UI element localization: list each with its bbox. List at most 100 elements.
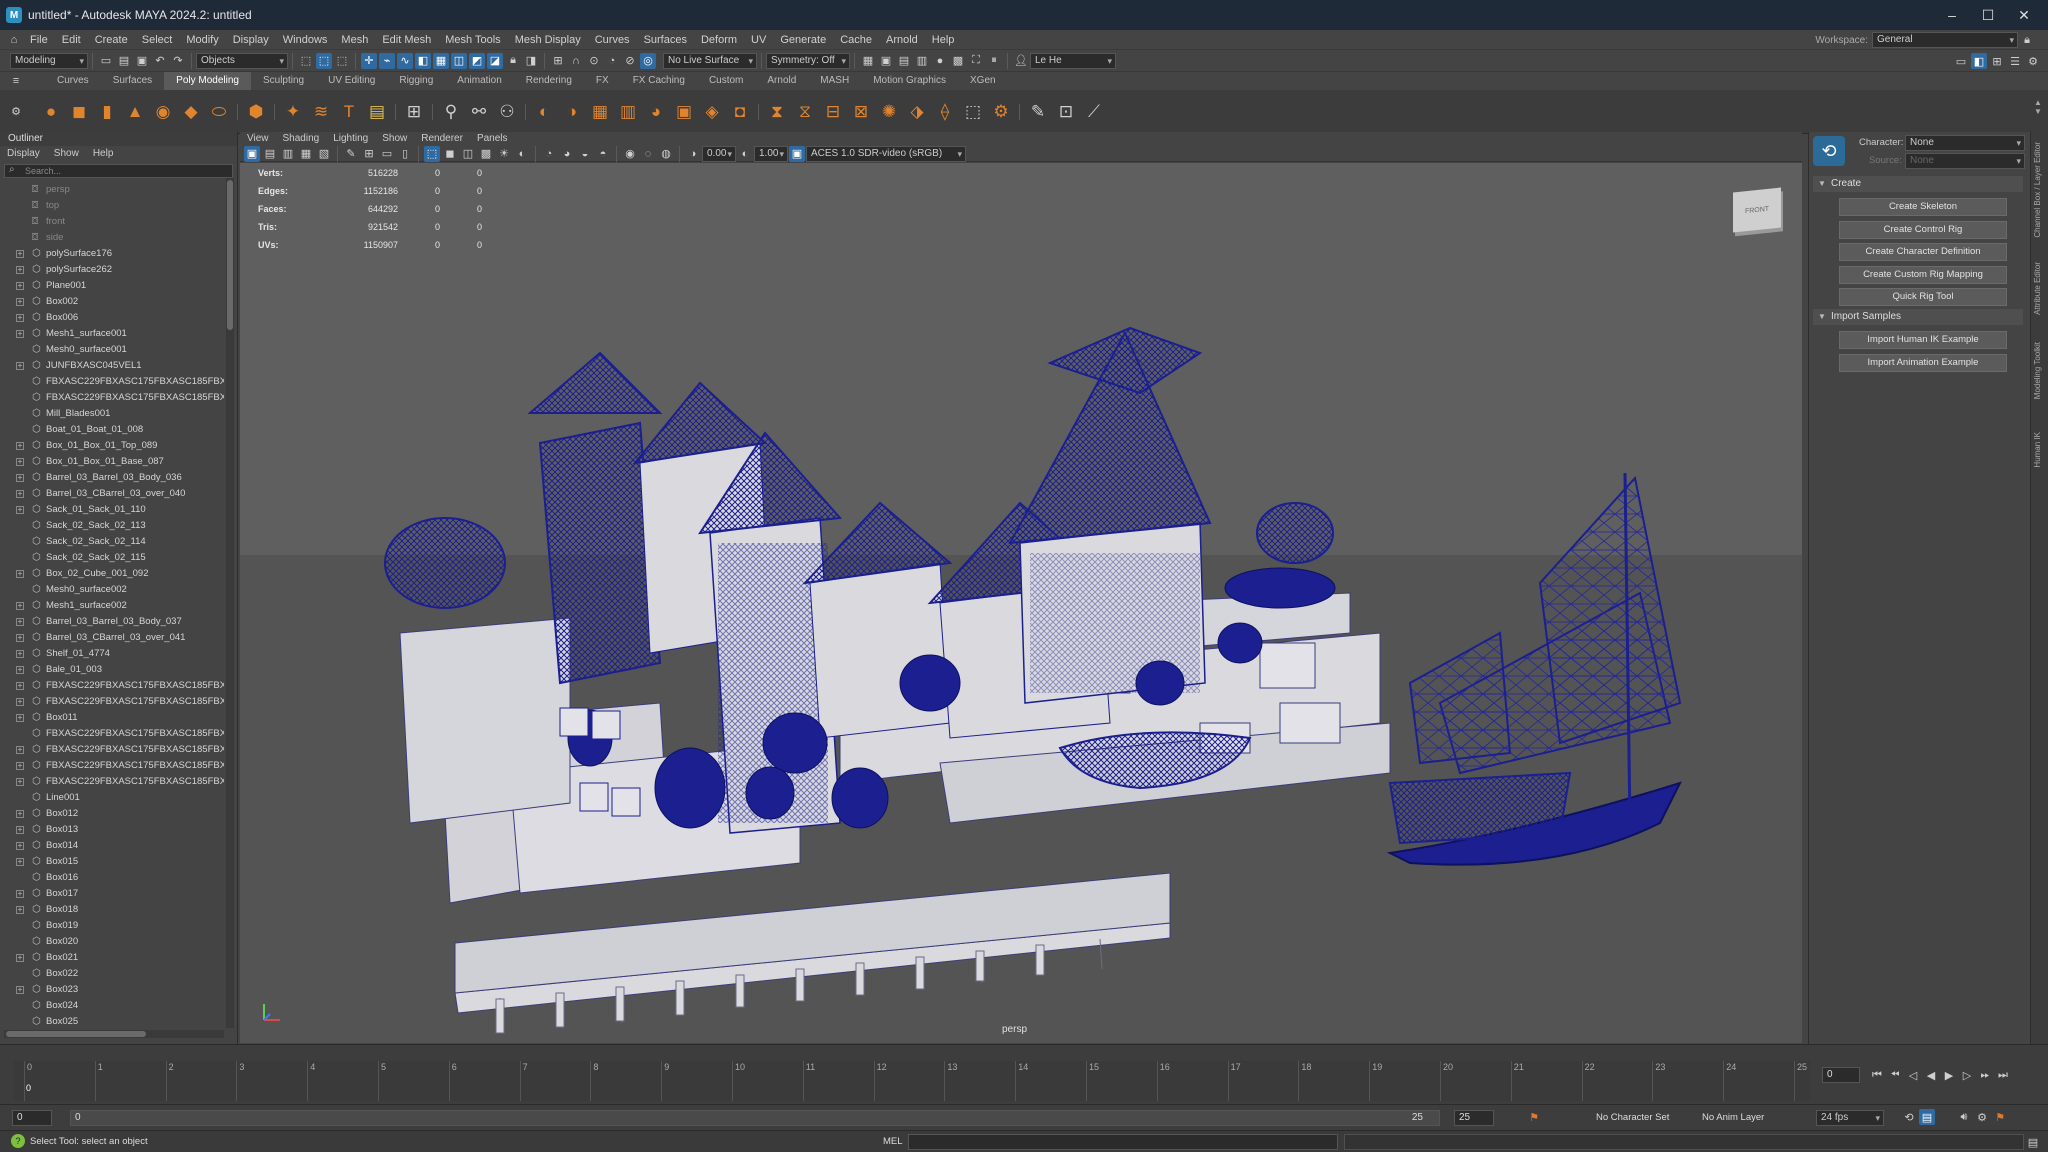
shelf-tab-fx-caching[interactable]: FX Caching (621, 72, 697, 90)
append-polygon-icon[interactable]: ▣ (671, 99, 697, 125)
viewcube[interactable]: FRONT (1733, 187, 1781, 233)
open-scene-icon[interactable]: ▤ (116, 53, 132, 69)
menuset-dropdown[interactable]: Modeling (10, 52, 88, 69)
expand-icon[interactable]: + (16, 778, 24, 786)
close-button[interactable]: ✕ (2006, 0, 2042, 30)
undo-icon[interactable]: ↶ (152, 53, 168, 69)
layout-outliner-icon[interactable]: ◧ (1971, 53, 1987, 69)
resolution-gate-icon[interactable]: ▯ (397, 146, 413, 162)
outliner-item[interactable]: ⬡ Mill_Blades001 (2, 406, 224, 422)
poly-sphere-icon[interactable]: ● (38, 99, 64, 125)
shelf-tab-motion-graphics[interactable]: Motion Graphics (861, 72, 958, 90)
shelf-tab-fx[interactable]: FX (584, 72, 621, 90)
depth-of-field-icon[interactable]: ◓ (595, 146, 611, 162)
outliner-item[interactable]: ⬡ Box016 (2, 870, 224, 886)
outliner-item[interactable]: + ⬡ Box_01_Box_01_Base_087 (2, 454, 224, 470)
circularize-icon[interactable]: ⚙ (988, 99, 1014, 125)
quick-rig-tool-button[interactable]: Quick Rig Tool (1839, 288, 2007, 306)
select-camera-icon[interactable]: ▣ (244, 145, 260, 162)
mask-dynamics-icon[interactable]: ◫ (451, 52, 467, 69)
outliner-item[interactable]: ⌼ persp (2, 182, 224, 198)
wireframe-icon[interactable]: ⬚ (424, 145, 440, 162)
menu-windows[interactable]: Windows (276, 30, 335, 50)
expand-icon[interactable]: + (16, 282, 24, 290)
select-hierarchy-icon[interactable]: ⬚ (298, 53, 314, 69)
outliner-item[interactable]: ⬡ Sack_02_Sack_02_114 (2, 534, 224, 550)
expand-icon[interactable]: + (16, 314, 24, 322)
outliner-item[interactable]: ⬡ Box024 (2, 998, 224, 1014)
bridge-icon[interactable]: ▥ (615, 99, 641, 125)
shelf-tab-poly-modeling[interactable]: Poly Modeling (164, 72, 251, 90)
outliner-item[interactable]: + ⬡ FBXASC229FBXASC175FBXASC185FBXASC23 (2, 678, 224, 694)
home-icon[interactable]: ⌂ (6, 32, 22, 48)
xray-icon[interactable]: ◌ (640, 146, 656, 162)
render-settings-icon[interactable]: ▥ (914, 53, 930, 69)
viewport-menu-view[interactable]: View (240, 132, 276, 146)
menu-deform[interactable]: Deform (694, 30, 744, 50)
create-control-rig-button[interactable]: Create Control Rig (1839, 220, 2007, 239)
crease-icon[interactable]: ✎ (1025, 99, 1051, 125)
menu-cache[interactable]: Cache (833, 30, 879, 50)
outliner-menu-display[interactable]: Display (0, 146, 47, 162)
outliner-item[interactable]: ⬡ Box020 (2, 934, 224, 950)
outliner-item[interactable]: + ⬡ FBXASC229FBXASC175FBXASC185FBXASC23 (2, 758, 224, 774)
outliner-item[interactable]: ⬡ Sack_02_Sack_02_115 (2, 550, 224, 566)
arnold-render-icon[interactable]: ▩ (950, 53, 966, 69)
scene-start-field[interactable]: 0 (12, 1110, 52, 1126)
outliner-item[interactable]: ⬡ FBXASC229FBXASC175FBXASC185FBXASC23 (2, 726, 224, 742)
time-slider[interactable]: 0 1 2 3 4 5 6 7 8 9 10 11 12 13 14 15 16 17 18 19 20 21 22 23 24… (0, 1044, 2048, 1104)
motion-blur-icon[interactable]: ◕ (559, 146, 575, 162)
image-plane-icon[interactable]: ▦ (298, 146, 314, 162)
highlight-icon[interactable]: ◨ (523, 53, 539, 69)
create-skeleton-button[interactable]: Create Skeleton (1839, 198, 2007, 216)
collapse-icon[interactable]: ⊡ (1053, 99, 1079, 125)
menu-file[interactable]: File (23, 30, 55, 50)
camera-attributes-icon[interactable]: ▤ (262, 146, 278, 162)
layout-single-icon[interactable]: ▭ (1953, 53, 1969, 69)
svg-icon[interactable]: ▤ (364, 99, 390, 125)
menu-display[interactable]: Display (226, 30, 276, 50)
poly-superellipse-icon[interactable]: ✦ (280, 99, 306, 125)
wireframe-on-shaded-icon[interactable]: ◫ (460, 146, 476, 162)
menu-generate[interactable]: Generate (773, 30, 833, 50)
channel-box-icon[interactable]: ☰ (2007, 53, 2023, 69)
textured-icon[interactable]: ▩ (478, 146, 494, 162)
menu-arnold[interactable]: Arnold (879, 30, 925, 50)
outliner-item[interactable]: + ⬡ Plane001 (2, 278, 224, 294)
import-section-header[interactable]: Import Samples (1813, 309, 2023, 325)
menu-mesh[interactable]: Mesh (334, 30, 375, 50)
outliner-hscrollbar[interactable] (4, 1030, 224, 1038)
menu-help[interactable]: Help (925, 30, 962, 50)
source-dropdown[interactable]: None (1905, 153, 2025, 169)
outliner-item[interactable]: + ⬡ Bale_01_003 (2, 662, 224, 678)
multi-cut-icon[interactable]: ⊞ (401, 99, 427, 125)
viewport-menu-panels[interactable]: Panels (470, 132, 515, 146)
snap-point-icon[interactable]: ⊙ (586, 53, 602, 69)
expand-icon[interactable]: + (16, 602, 24, 610)
poly-cone-icon[interactable]: ▲ (122, 99, 148, 125)
poly-platonic-icon[interactable]: ⬢ (243, 99, 269, 125)
render-view-icon[interactable]: ▦ (860, 53, 876, 69)
outliner-menu-show[interactable]: Show (47, 146, 86, 162)
settings-icon[interactable]: ⚙ (2025, 53, 2041, 69)
expand-icon[interactable]: + (16, 458, 24, 466)
side-tab-channel-box-layer-editor[interactable]: Channel Box / Layer Editor (2033, 142, 2042, 238)
outliner-item[interactable]: + ⬡ FBXASC229FBXASC175FBXASC185FBXASC23 (2, 694, 224, 710)
quad-draw-icon[interactable]: ✺ (876, 99, 902, 125)
expand-icon[interactable]: + (16, 490, 24, 498)
outliner-item[interactable]: + ⬡ Sack_01_Sack_01_110 (2, 502, 224, 518)
new-scene-icon[interactable]: ▭ (98, 53, 114, 69)
outliner-item[interactable]: + ⬡ Barrel_03_CBarrel_03_over_040 (2, 486, 224, 502)
menu-mesh-tools[interactable]: Mesh Tools (438, 30, 507, 50)
expand-icon[interactable]: + (16, 666, 24, 674)
viewport-menu-shading[interactable]: Shading (276, 132, 327, 146)
expand-icon[interactable]: + (16, 890, 24, 898)
target-weld-icon[interactable]: ⧖ (792, 99, 818, 125)
isolate-select-icon[interactable]: ◉ (622, 146, 638, 162)
outliner-item[interactable]: + ⬡ Box002 (2, 294, 224, 310)
xray-joints-icon[interactable]: ◍ (658, 146, 674, 162)
shelf-menu-icon[interactable]: ≡ (8, 73, 24, 89)
menu-create[interactable]: Create (88, 30, 135, 50)
menu-edit-mesh[interactable]: Edit Mesh (375, 30, 438, 50)
play-backward-icon[interactable]: ◀ (1923, 1067, 1939, 1083)
